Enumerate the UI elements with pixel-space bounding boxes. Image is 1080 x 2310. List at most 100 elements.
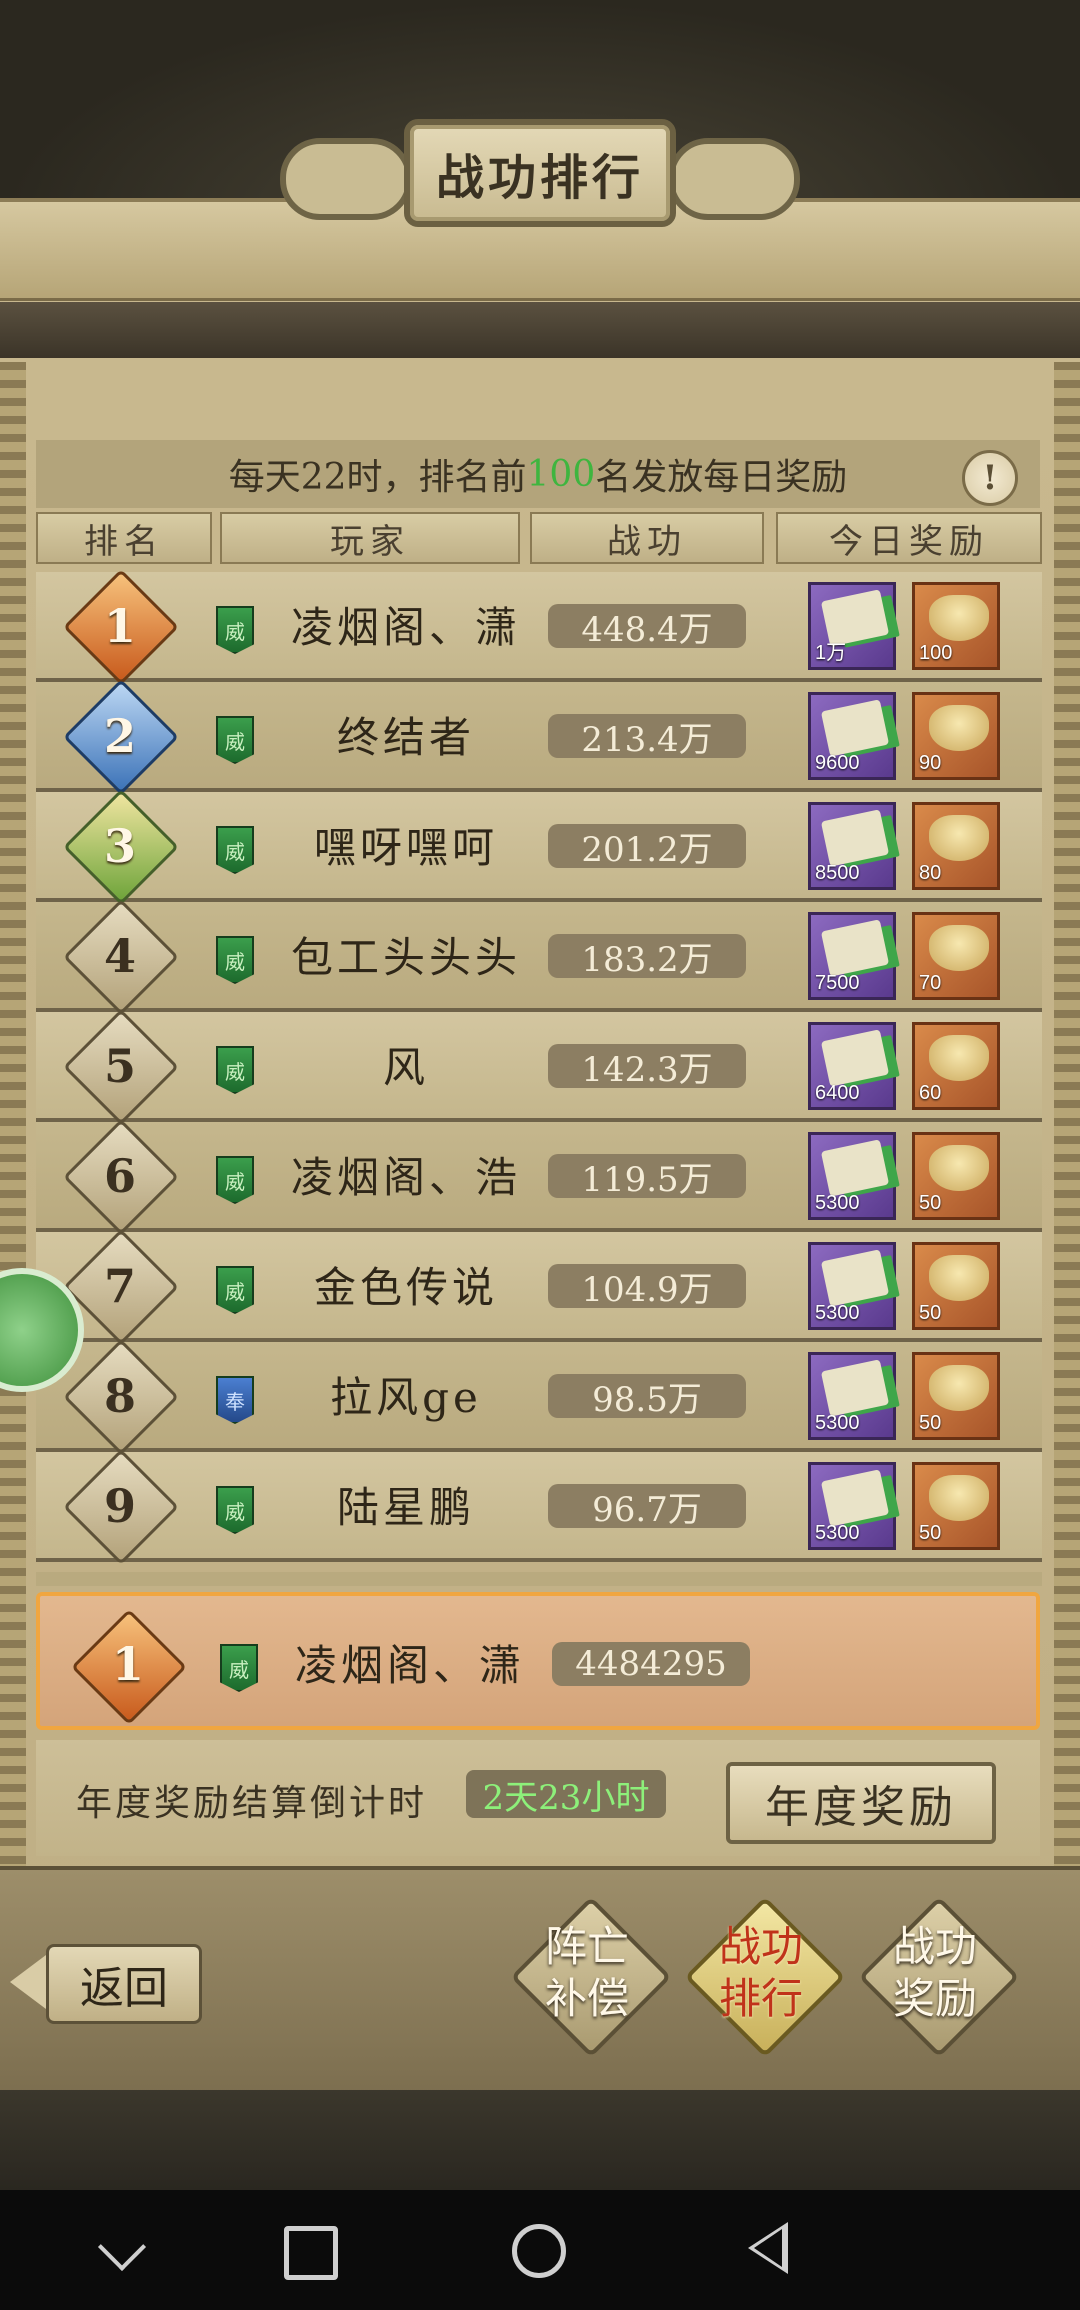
reward-ingot-icon[interactable]: 100 [912, 582, 1000, 670]
reward-book-icon[interactable]: 7500 [808, 912, 896, 1000]
reward-book-icon[interactable]: 5300 [808, 1352, 896, 1440]
table-row[interactable]: 4 威包工头头头 183.2万 7500 70 [36, 899, 1042, 1015]
player-name[interactable]: 凌烟阁、浩 [256, 1144, 556, 1204]
reward-book-count: 5300 [815, 1302, 860, 1324]
merit-power: 104.9万 [548, 1264, 746, 1310]
table-row[interactable]: 5 威风 142.3万 6400 60 [36, 1009, 1042, 1125]
badge-glyph: 威 [225, 619, 245, 644]
reward-book-icon[interactable]: 5300 [808, 1242, 896, 1330]
reward-book-count: 8500 [815, 862, 860, 884]
hide-keyboard-icon[interactable] [97, 2222, 147, 2272]
faction-badge-icon: 威 [216, 826, 254, 874]
ingot-glyph [929, 1365, 989, 1411]
faction-badge-icon: 威 [216, 716, 254, 764]
book-glyph [820, 1469, 890, 1527]
table-row[interactable]: 7 威金色传说 104.9万 5300 50 [36, 1229, 1042, 1345]
page-title: 战功排行 [435, 150, 644, 206]
tab-merit-rewards[interactable]: 战功 奖励 [858, 1896, 1020, 2058]
player-name[interactable]: 陆星鹏 [256, 1474, 556, 1534]
table-row[interactable]: 6 威凌烟阁、浩 119.5万 5300 50 [36, 1119, 1042, 1235]
reward-book-icon[interactable]: 5300 [808, 1132, 896, 1220]
faction-badge-icon: 威 [216, 1046, 254, 1094]
player-name[interactable]: 包工头头头 [256, 924, 556, 984]
reward-book-icon[interactable]: 5300 [808, 1462, 896, 1550]
merit-power: 213.4万 [548, 714, 746, 760]
table-row[interactable]: 8 奉拉风ge 98.5万 5300 50 [36, 1339, 1042, 1455]
table-row[interactable]: 9 威陆星鹏 96.7万 5300 50 [36, 1449, 1042, 1565]
table-row[interactable]: 3 威嘿呀嘿呵 201.2万 8500 80 [36, 789, 1042, 905]
reward-book-icon[interactable]: 8500 [808, 802, 896, 890]
reward-ingot-icon[interactable]: 50 [912, 1242, 1000, 1330]
reward-ingot-count: 60 [919, 1082, 942, 1104]
ingot-glyph [929, 1475, 989, 1521]
book-glyph [820, 1029, 890, 1087]
reward-book-count: 5300 [815, 1192, 860, 1214]
reward-book-icon[interactable]: 6400 [808, 1022, 896, 1110]
info-icon-glyph: ! [982, 458, 998, 498]
back-arrow-icon [10, 1952, 50, 2012]
reward-book-count: 6400 [815, 1082, 860, 1104]
title-right-ornament [668, 138, 800, 220]
table-row[interactable]: 1 威凌烟阁、潇 448.4万 1万 100 [36, 569, 1042, 685]
reward-ingot-count: 80 [919, 862, 942, 884]
rank-number: 3 [103, 819, 136, 873]
reward-ingot-icon[interactable]: 60 [912, 1022, 1000, 1110]
faction-badge-icon: 奉 [216, 1376, 254, 1424]
reward-book-count: 5300 [815, 1522, 860, 1544]
player-name[interactable]: 嘿呀嘿呵 [256, 814, 556, 874]
ingot-glyph [929, 815, 989, 861]
ingot-glyph [929, 1145, 989, 1191]
tab-merit-ranking[interactable]: 战功 排行 [684, 1896, 846, 2058]
back-button[interactable]: 返回 [10, 1930, 202, 2030]
merit-power: 448.4万 [548, 604, 746, 650]
faction-badge-icon: 威 [216, 1486, 254, 1534]
player-name[interactable]: 风 [256, 1034, 556, 1094]
rank-number: 7 [103, 1259, 136, 1313]
reward-book-icon[interactable]: 9600 [808, 692, 896, 780]
notice-prefix: 每天22时，排名前 [228, 457, 527, 498]
notice-highlight: 100 [526, 453, 596, 495]
title-board: 战功排行 [404, 119, 676, 227]
home-icon[interactable] [512, 2224, 566, 2278]
annual-countdown-label: 年度奖励结算倒计时 [76, 1783, 428, 1824]
right-border-ornament [1054, 362, 1080, 2052]
reward-ingot-icon[interactable]: 80 [912, 802, 1000, 890]
player-name[interactable]: 凌烟阁、潇 [256, 594, 556, 654]
table-headers: 排名 玩家 战功 今日奖励 [36, 512, 1044, 566]
rank-number: 2 [103, 709, 136, 763]
rank-number: 1 [103, 599, 136, 653]
player-name[interactable]: 拉风ge [256, 1364, 556, 1424]
reward-book-icon[interactable]: 1万 [808, 582, 896, 670]
badge-glyph: 威 [225, 1499, 245, 1524]
annual-reward-button[interactable]: 年度奖励 [726, 1762, 996, 1844]
title-left-ornament [280, 138, 412, 220]
book-glyph [820, 1139, 890, 1197]
self-player-name: 凌烟阁、潇 [294, 1640, 525, 1690]
tab-line2: 补偿 [544, 1974, 629, 2023]
reward-ingot-icon[interactable]: 50 [912, 1462, 1000, 1550]
merit-power: 96.7万 [548, 1484, 746, 1530]
reward-ingot-icon[interactable]: 50 [912, 1132, 1000, 1220]
book-glyph [820, 919, 890, 977]
badge-glyph: 威 [225, 1279, 245, 1304]
tab-death-compensation[interactable]: 阵亡 补偿 [510, 1896, 672, 2058]
info-icon[interactable]: ! [962, 450, 1018, 506]
header-player: 玩家 [220, 512, 520, 564]
reward-ingot-icon[interactable]: 90 [912, 692, 1000, 780]
player-name[interactable]: 金色传说 [256, 1254, 556, 1314]
ingot-glyph [929, 1035, 989, 1081]
player-name[interactable]: 终结者 [256, 704, 556, 764]
recents-icon[interactable] [284, 2226, 338, 2280]
reward-ingot-icon[interactable]: 70 [912, 912, 1000, 1000]
badge-glyph: 威 [225, 1059, 245, 1084]
tab-label: 阵亡 补偿 [512, 1916, 662, 2030]
tab-line1: 战功 [718, 1922, 803, 1971]
table-row[interactable]: 2 威终结者 213.4万 9600 90 [36, 679, 1042, 795]
next-row-peek [36, 1572, 1042, 1586]
back-nav-icon[interactable] [748, 2222, 788, 2274]
faction-badge-icon: 威 [216, 1156, 254, 1204]
reward-ingot-icon[interactable]: 50 [912, 1352, 1000, 1440]
frame-header-dark-band [0, 302, 1080, 358]
tab-line2: 奖励 [892, 1974, 977, 2023]
rank-number: 8 [103, 1369, 136, 1423]
